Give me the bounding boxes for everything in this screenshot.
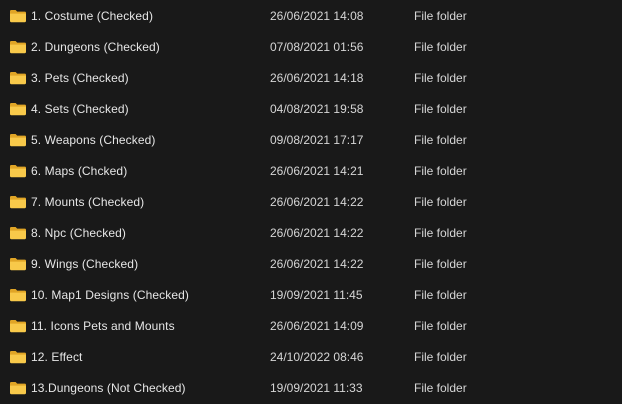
folder-icon — [9, 40, 27, 54]
file-name: 4. Sets (Checked) — [31, 102, 129, 116]
file-date-modified: 26/06/2021 14:22 — [270, 226, 364, 240]
file-type: File folder — [414, 71, 467, 85]
folder-icon — [9, 71, 27, 85]
folder-icon — [9, 195, 27, 209]
file-name: 6. Maps (Chcked) — [31, 164, 128, 178]
file-type: File folder — [414, 319, 467, 333]
file-row[interactable]: 7. Mounts (Checked) 26/06/2021 14:22 Fil… — [0, 187, 622, 218]
file-date-modified: 19/09/2021 11:45 — [270, 288, 363, 302]
file-name: 8. Npc (Checked) — [31, 226, 126, 240]
file-row[interactable]: 4. Sets (Checked) 04/08/2021 19:58 File … — [0, 94, 622, 125]
folder-icon — [9, 226, 27, 240]
file-row[interactable]: 12. Effect 24/10/2022 08:46 File folder — [0, 342, 622, 373]
file-type: File folder — [414, 350, 467, 364]
file-row[interactable]: 5. Weapons (Checked) 09/08/2021 17:17 Fi… — [0, 125, 622, 156]
file-row[interactable]: 8. Npc (Checked) 26/06/2021 14:22 File f… — [0, 218, 622, 249]
file-name: 9. Wings (Checked) — [31, 257, 139, 271]
file-type: File folder — [414, 164, 467, 178]
file-name: 12. Effect — [31, 350, 83, 364]
file-row[interactable]: 13.Dungeons (Not Checked) 19/09/2021 11:… — [0, 373, 622, 404]
file-type: File folder — [414, 288, 467, 302]
file-date-modified: 07/08/2021 01:56 — [270, 40, 364, 54]
file-type: File folder — [414, 40, 467, 54]
file-date-modified: 26/06/2021 14:22 — [270, 195, 364, 209]
folder-icon — [9, 319, 27, 333]
file-name: 5. Weapons (Checked) — [31, 133, 156, 147]
file-type: File folder — [414, 226, 467, 240]
file-type: File folder — [414, 133, 467, 147]
file-row[interactable]: 9. Wings (Checked) 26/06/2021 14:22 File… — [0, 249, 622, 280]
file-date-modified: 26/06/2021 14:18 — [270, 71, 364, 85]
file-date-modified: 26/06/2021 14:09 — [270, 319, 364, 333]
file-date-modified: 26/06/2021 14:08 — [270, 9, 364, 23]
file-row[interactable]: 10. Map1 Designs (Checked) 19/09/2021 11… — [0, 280, 622, 311]
file-type: File folder — [414, 102, 467, 116]
file-name: 2. Dungeons (Checked) — [31, 40, 160, 54]
file-row[interactable]: 2. Dungeons (Checked) 07/08/2021 01:56 F… — [0, 32, 622, 63]
file-date-modified: 24/10/2022 08:46 — [270, 350, 364, 364]
file-list: 1. Costume (Checked) 26/06/2021 14:08 Fi… — [0, 0, 622, 402]
file-name: 13.Dungeons (Not Checked) — [31, 381, 186, 395]
file-date-modified: 04/08/2021 19:58 — [270, 102, 364, 116]
folder-icon — [9, 164, 27, 178]
file-name: 7. Mounts (Checked) — [31, 195, 145, 209]
folder-icon — [9, 9, 27, 23]
file-type: File folder — [414, 381, 467, 395]
file-date-modified: 09/08/2021 17:17 — [270, 133, 364, 147]
file-name: 10. Map1 Designs (Checked) — [31, 288, 190, 302]
folder-icon — [9, 133, 27, 147]
folder-icon — [9, 288, 27, 302]
file-date-modified: 26/06/2021 14:21 — [270, 164, 364, 178]
file-row[interactable]: 11. Icons Pets and Mounts 26/06/2021 14:… — [0, 311, 622, 342]
folder-icon — [9, 257, 27, 271]
file-type: File folder — [414, 257, 467, 271]
file-row[interactable]: 1. Costume (Checked) 26/06/2021 14:08 Fi… — [0, 1, 622, 32]
folder-icon — [9, 102, 27, 116]
file-type: File folder — [414, 9, 467, 23]
file-name: 1. Costume (Checked) — [31, 9, 154, 23]
file-name: 11. Icons Pets and Mounts — [31, 319, 175, 333]
folder-icon — [9, 350, 27, 364]
file-row[interactable]: 6. Maps (Chcked) 26/06/2021 14:21 File f… — [0, 156, 622, 187]
file-type: File folder — [414, 195, 467, 209]
file-name: 3. Pets (Checked) — [31, 71, 129, 85]
file-date-modified: 19/09/2021 11:33 — [270, 381, 363, 395]
folder-icon — [9, 381, 27, 395]
file-row[interactable]: 3. Pets (Checked) 26/06/2021 14:18 File … — [0, 63, 622, 94]
file-date-modified: 26/06/2021 14:22 — [270, 257, 364, 271]
